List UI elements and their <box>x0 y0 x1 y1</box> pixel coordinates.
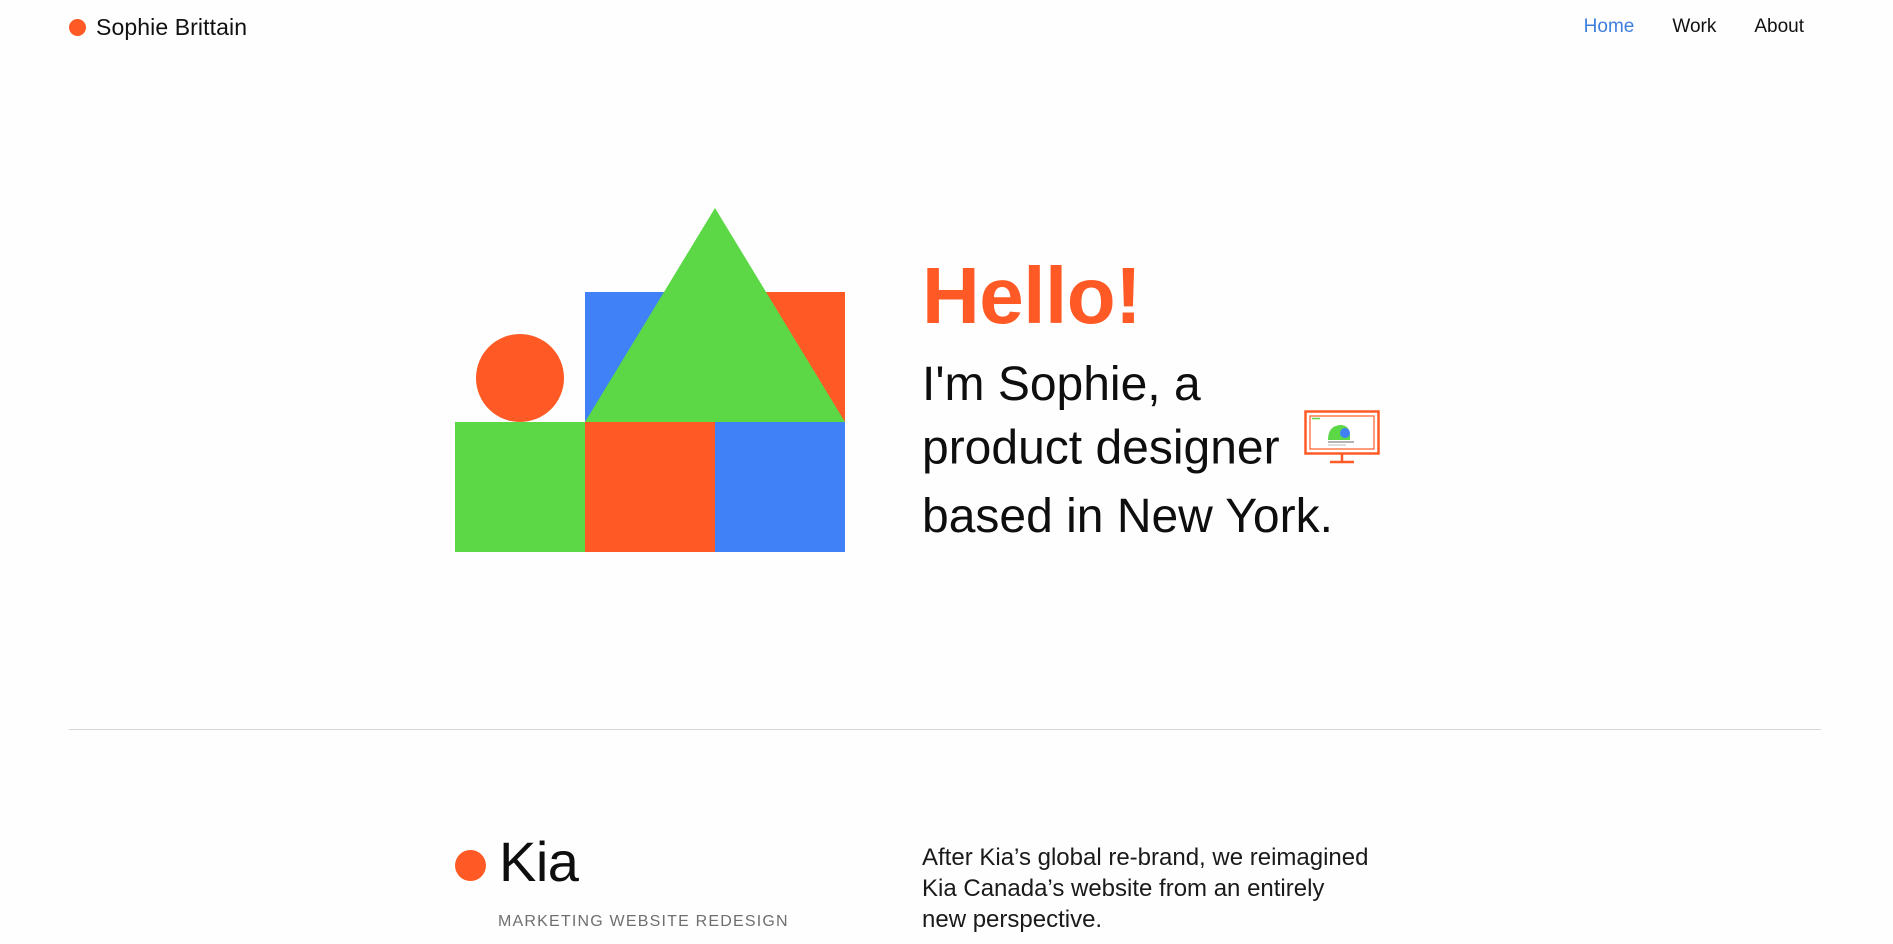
project-kia-link[interactable]: Kia <box>455 830 579 893</box>
brand-home-link[interactable]: Sophie Brittain <box>69 14 247 41</box>
hero-intro-line-1: I'm Sophie, a <box>922 358 1201 411</box>
main-nav: Home Work About <box>1584 16 1804 38</box>
project-description: After Kia’s global re-brand, we reimagin… <box>922 842 1392 935</box>
nav-link-work[interactable]: Work <box>1672 16 1716 38</box>
project-description-line-3: new perspective. <box>922 906 1103 933</box>
brand-logo-dot-icon <box>69 19 86 36</box>
geometric-shapes-illustration-icon <box>455 208 845 552</box>
project-description-line-1: After Kia’s global re-brand, we reimagin… <box>922 844 1369 871</box>
hero-text: Hello! I'm Sophie, a product designer ba… <box>922 254 1442 548</box>
hero-intro-line-2: product designer <box>922 421 1280 475</box>
orange-circle-shape <box>476 334 564 422</box>
monitor-icon <box>1303 410 1380 480</box>
project-bullet-dot-icon <box>455 849 486 881</box>
nav-link-about[interactable]: About <box>1754 16 1804 38</box>
project-subtitle: MARKETING WEBSITE REDESIGN <box>498 913 789 930</box>
orange-square-shape <box>585 422 715 552</box>
blue-square-shape <box>715 422 845 552</box>
hero-intro-line-2-wrap: product designer <box>922 410 1442 486</box>
hero-greeting: Hello! <box>922 251 1142 340</box>
section-divider <box>69 729 1821 730</box>
green-square-shape <box>455 422 585 552</box>
brand-name: Sophie Brittain <box>96 14 248 40</box>
hero-intro: I'm Sophie, a product designer based in … <box>922 354 1442 548</box>
project-description-line-2: Kia Canada’s website from an entirely <box>922 875 1325 902</box>
project-title: Kia <box>499 830 579 893</box>
hero-intro-line-3: based in New York. <box>922 490 1333 543</box>
nav-link-home[interactable]: Home <box>1584 16 1635 38</box>
site-header: Sophie Brittain Home Work About <box>0 0 1893 56</box>
